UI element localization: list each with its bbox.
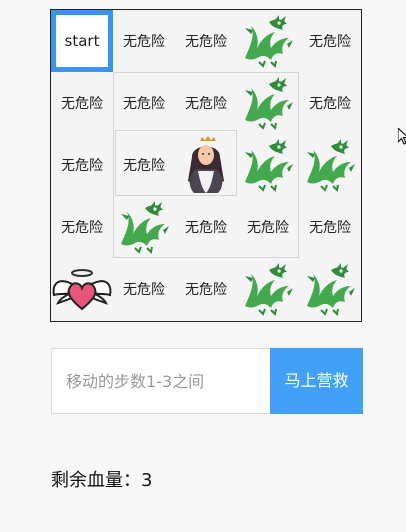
start-cell: start xyxy=(51,10,113,72)
safe-cell: 无危险 xyxy=(247,220,289,236)
safe-cell: 无危险 xyxy=(309,34,351,50)
heart-cell xyxy=(51,258,113,320)
safe-cell: 无危险 xyxy=(61,220,103,236)
dragon-icon xyxy=(245,139,293,192)
dragon-cell xyxy=(237,10,299,72)
dragon-icon xyxy=(245,77,293,130)
safe-cell: 无危险 xyxy=(123,282,165,298)
dragon-icon xyxy=(307,263,355,316)
dragon-cell xyxy=(299,134,361,196)
rescue-form: 马上营救 xyxy=(51,348,363,414)
dragon-cell xyxy=(237,134,299,196)
dragon-cell xyxy=(237,72,299,134)
step-count-input[interactable] xyxy=(51,348,270,414)
princess-icon xyxy=(188,136,224,193)
dragon-cell xyxy=(237,258,299,320)
hp-value: 3 xyxy=(141,470,153,491)
princess-cell xyxy=(175,134,237,196)
hp-label: 剩余血量： xyxy=(51,470,141,491)
safe-cell: 无危险 xyxy=(185,34,227,50)
safe-cell: 无危险 xyxy=(185,96,227,112)
dragon-icon xyxy=(307,139,355,192)
safe-cell: 无危险 xyxy=(185,220,227,236)
remaining-hp: 剩余血量：3 xyxy=(51,466,152,492)
safe-cell: 无危险 xyxy=(123,96,165,112)
dragon-cell xyxy=(113,196,175,258)
mouse-cursor-icon xyxy=(398,128,406,145)
dragon-icon xyxy=(121,201,169,254)
safe-cell: 无危险 xyxy=(61,96,103,112)
safe-cell: 无危险 xyxy=(123,34,165,50)
safe-cell: 无危险 xyxy=(61,158,103,174)
dragon-icon xyxy=(245,15,293,68)
safe-cell: 无危险 xyxy=(309,220,351,236)
game-board: start 无危险 无危险 无危险 无危险 无危险 无危险 无危险 无危险 无危险 无危险 xyxy=(50,9,362,322)
dragon-cell xyxy=(299,258,361,320)
safe-cell: 无危险 xyxy=(185,282,227,298)
safe-cell: 无危险 xyxy=(309,96,351,112)
winged-heart-icon xyxy=(52,269,112,311)
rescue-button[interactable]: 马上营救 xyxy=(270,348,363,414)
safe-cell: 无危险 xyxy=(123,158,165,174)
dragon-icon xyxy=(245,263,293,316)
